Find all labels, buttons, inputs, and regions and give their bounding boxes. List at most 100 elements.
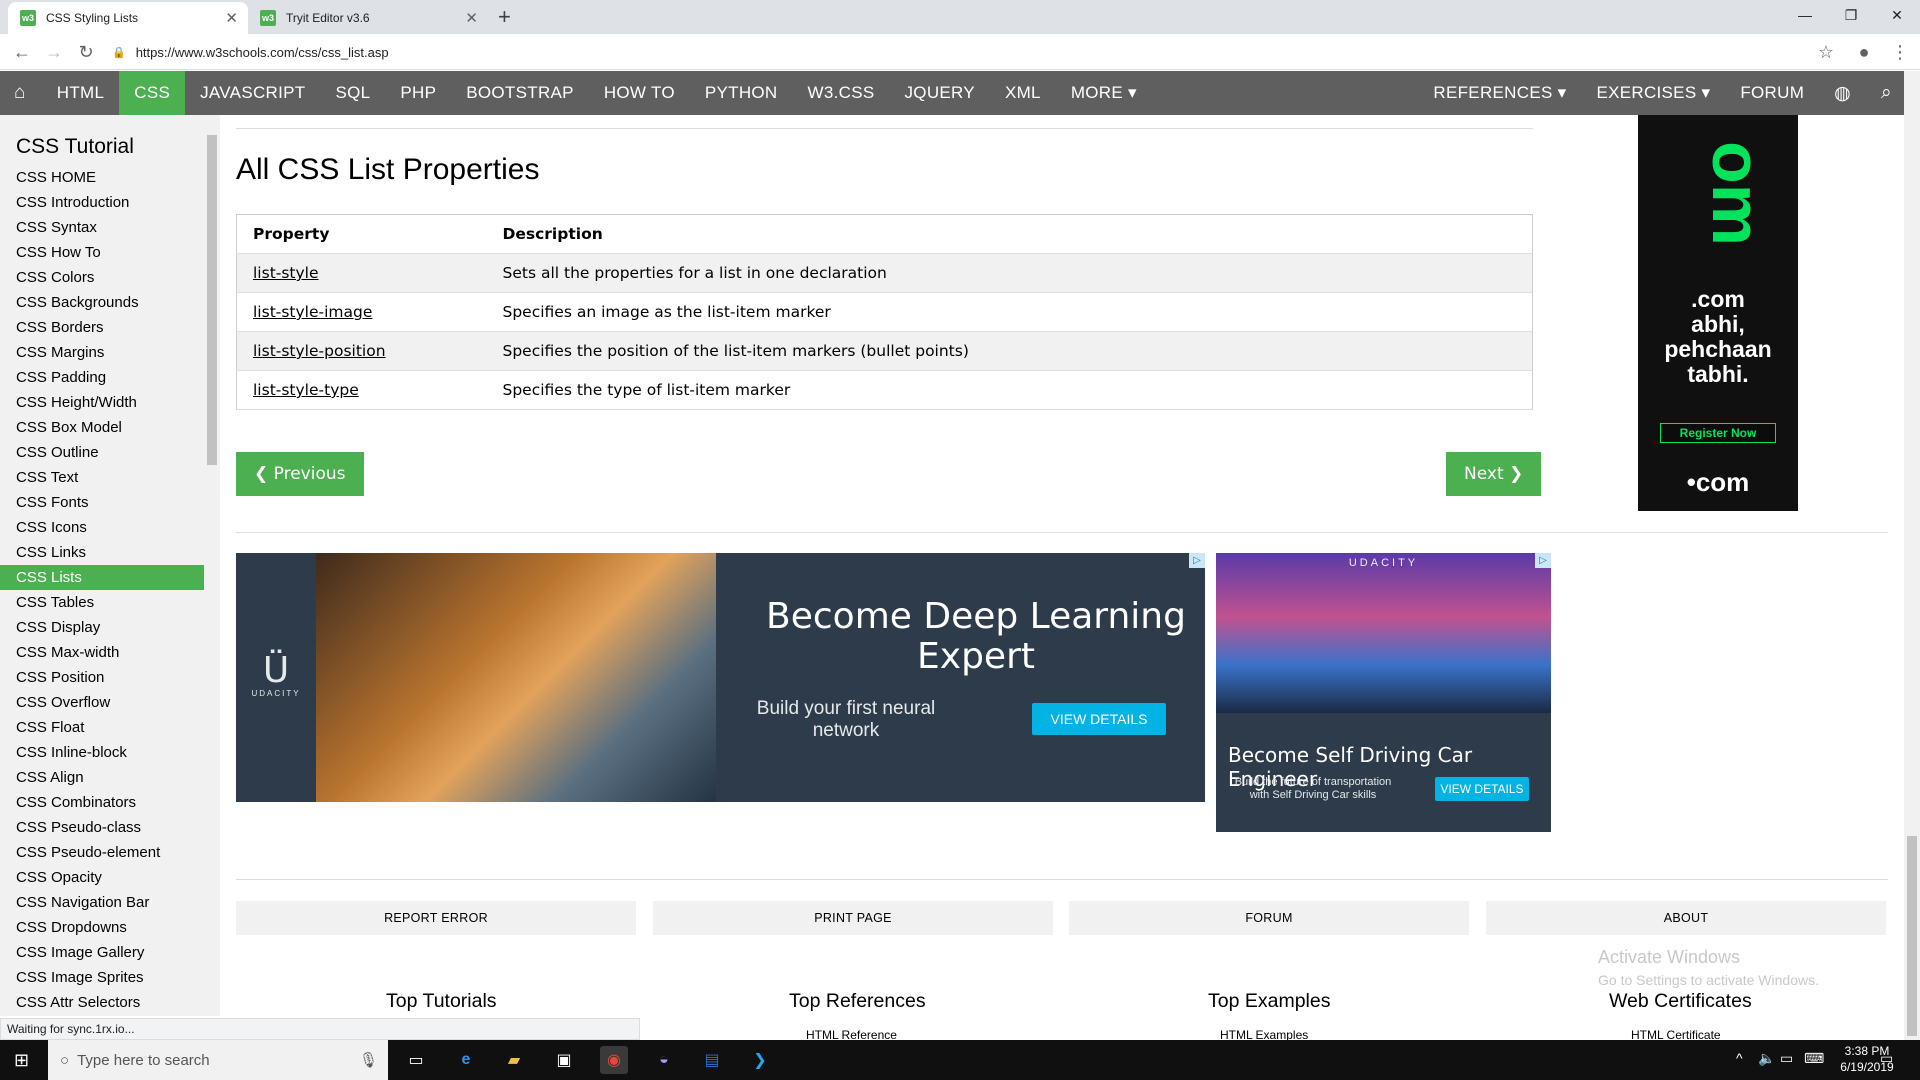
ad-view-details-button[interactable]: VIEW DETAILS (1435, 777, 1529, 801)
network-icon[interactable]: ▭ (1780, 1050, 1793, 1067)
nav-jquery[interactable]: JQUERY (890, 71, 990, 115)
sidebar-item-css-margins[interactable]: CSS Margins (0, 340, 204, 365)
sidebar-item-css-float[interactable]: CSS Float (0, 715, 204, 740)
taskbar-search-box[interactable]: ○ Type here to search 🎙 (48, 1040, 388, 1080)
sidebar-item-css-align[interactable]: CSS Align (0, 765, 204, 790)
property-link-list-style-type[interactable]: list-style-type (253, 381, 359, 399)
nav-sql[interactable]: SQL (320, 71, 385, 115)
profile-avatar-icon[interactable]: ● (1852, 40, 1876, 64)
minimize-window-button[interactable]: — (1782, 0, 1828, 30)
tray-chevron-icon[interactable]: ^ (1736, 1050, 1743, 1066)
nav-more-dropdown[interactable]: MORE ▾ (1056, 71, 1152, 115)
nav-how-to[interactable]: HOW TO (589, 71, 690, 115)
property-link-list-style-position[interactable]: list-style-position (253, 342, 386, 360)
close-tab-icon[interactable]: ✕ (225, 9, 238, 27)
adchoices-icon[interactable]: ▷ (1535, 553, 1551, 568)
store-icon[interactable]: ▣ (550, 1046, 578, 1074)
udacity-self-driving-ad[interactable]: UDACITY Become Self Driving Car Engineer… (1216, 553, 1551, 832)
edge-icon[interactable]: e (452, 1046, 480, 1074)
sidebar-item-css-dropdowns[interactable]: CSS Dropdowns (0, 915, 204, 940)
sidebar-item-css-backgrounds[interactable]: CSS Backgrounds (0, 290, 204, 315)
forward-button[interactable]: → (42, 40, 66, 64)
nav-javascript[interactable]: JAVASCRIPT (185, 71, 320, 115)
browser-menu-icon[interactable]: ⋮ (1888, 40, 1912, 64)
print-page-button[interactable]: PRINT PAGE (653, 901, 1053, 935)
sidebar-item-css-tables[interactable]: CSS Tables (0, 590, 204, 615)
close-window-button[interactable]: ✕ (1874, 0, 1920, 30)
volume-icon[interactable]: 🔈 (1758, 1050, 1775, 1067)
sidebar-item-css-links[interactable]: CSS Links (0, 540, 204, 565)
sidebar-item-css-colors[interactable]: CSS Colors (0, 265, 204, 290)
sidebar-item-css-syntax[interactable]: CSS Syntax (0, 215, 204, 240)
nav-references-dropdown[interactable]: REFERENCES ▾ (1418, 71, 1581, 115)
property-link-list-style[interactable]: list-style (253, 264, 319, 282)
sidebar-item-css-image-sprites[interactable]: CSS Image Sprites (0, 965, 204, 990)
footer-forum-button[interactable]: FORUM (1069, 901, 1469, 935)
task-view-icon[interactable]: ▭ (402, 1046, 430, 1074)
sidebar-item-css-position[interactable]: CSS Position (0, 665, 204, 690)
nav-html[interactable]: HTML (42, 71, 119, 115)
sidebar-item-css-attr-selectors[interactable]: CSS Attr Selectors (0, 990, 204, 1015)
restore-window-button[interactable]: ❐ (1828, 0, 1874, 30)
sidebar-item-css-pseudo-element[interactable]: CSS Pseudo-element (0, 840, 204, 865)
close-tab-icon[interactable]: ✕ (465, 9, 478, 27)
ad-view-details-button[interactable]: VIEW DETAILS (1032, 703, 1166, 735)
sidebar-item-css-overflow[interactable]: CSS Overflow (0, 690, 204, 715)
new-tab-button[interactable]: + (498, 4, 511, 30)
nav-exercises-dropdown[interactable]: EXERCISES ▾ (1581, 71, 1725, 115)
sidebar-scroll-thumb[interactable] (207, 135, 217, 465)
sidebar-item-css-combinators[interactable]: CSS Combinators (0, 790, 204, 815)
sidebar-item-css-outline[interactable]: CSS Outline (0, 440, 204, 465)
back-button[interactable]: ← (10, 40, 34, 64)
nav-php[interactable]: PHP (385, 71, 451, 115)
nav-python[interactable]: PYTHON (690, 71, 793, 115)
sidebar-item-css-box-model[interactable]: CSS Box Model (0, 415, 204, 440)
bookmark-star-icon[interactable]: ☆ (1814, 40, 1838, 64)
windows-start-icon[interactable]: ⊞ (14, 1050, 29, 1071)
file-explorer-icon[interactable]: ▰ (500, 1046, 528, 1074)
udacity-deep-learning-ad[interactable]: Ü UDACITY Become Deep Learning Expert Bu… (236, 553, 1205, 802)
url-field[interactable]: 🔒 https://www.w3schools.com/css/css_list… (112, 39, 1832, 65)
page-scroll-thumb[interactable] (1907, 836, 1917, 1036)
sidebar-item-css-pseudo-class[interactable]: CSS Pseudo-class (0, 815, 204, 840)
sidebar-item-css-max-width[interactable]: CSS Max-width (0, 640, 204, 665)
tab-css-styling-lists[interactable]: w3 CSS Styling Lists ✕ (8, 2, 248, 34)
app-icon[interactable]: ◒ (650, 1046, 678, 1074)
sidebar-item-css-navigation-bar[interactable]: CSS Navigation Bar (0, 890, 204, 915)
sidebar-item-css-padding[interactable]: CSS Padding (0, 365, 204, 390)
sidebar-item-css-text[interactable]: CSS Text (0, 465, 204, 490)
register-now-button[interactable]: Register Now (1660, 423, 1776, 443)
language-icon[interactable]: ⌨ (1804, 1050, 1824, 1067)
home-icon[interactable]: ⌂ (0, 71, 42, 115)
sidebar-item-css-home[interactable]: CSS HOME (0, 165, 204, 190)
sidebar-item-css-how-to[interactable]: CSS How To (0, 240, 204, 265)
notifications-icon[interactable]: ▭ (1880, 1050, 1893, 1067)
sidebar-item-css-opacity[interactable]: CSS Opacity (0, 865, 204, 890)
sidebar-item-css-height-width[interactable]: CSS Height/Width (0, 390, 204, 415)
page-scrollbar[interactable] (1904, 71, 1920, 1040)
reload-button[interactable]: ↻ (74, 40, 98, 64)
adchoices-icon[interactable]: ▷ (1189, 553, 1205, 568)
tab-tryit-editor[interactable]: w3 Tryit Editor v3.6 ✕ (248, 2, 488, 34)
next-button[interactable]: Next ❯ (1446, 452, 1542, 496)
nav-w3css[interactable]: W3.CSS (793, 71, 890, 115)
about-button[interactable]: ABOUT (1486, 901, 1886, 935)
sidebar-item-css-display[interactable]: CSS Display (0, 615, 204, 640)
sidebar-item-css-fonts[interactable]: CSS Fonts (0, 490, 204, 515)
search-icon[interactable]: ⌕ (1866, 71, 1904, 115)
report-error-button[interactable]: REPORT ERROR (236, 901, 636, 935)
sidebar-item-css-image-gallery[interactable]: CSS Image Gallery (0, 940, 204, 965)
nav-forum[interactable]: FORUM (1725, 71, 1819, 115)
sidebar-item-css-introduction[interactable]: CSS Introduction (0, 190, 204, 215)
sidebar-item-css-borders[interactable]: CSS Borders (0, 315, 204, 340)
chrome-icon[interactable]: ◉ (600, 1046, 628, 1074)
sidebar-item-css-lists[interactable]: CSS Lists (0, 565, 204, 590)
microphone-icon[interactable]: 🎙 (359, 1051, 378, 1069)
dotcom-vertical-ad[interactable]: om .com abhi, pehchaan tabhi. Register N… (1638, 115, 1798, 511)
property-link-list-style-image[interactable]: list-style-image (253, 303, 372, 321)
nav-css[interactable]: CSS (119, 71, 186, 115)
globe-icon[interactable]: ◍ (1819, 71, 1866, 115)
sidebar-item-css-icons[interactable]: CSS Icons (0, 515, 204, 540)
nav-bootstrap[interactable]: BOOTSTRAP (451, 71, 589, 115)
vscode-icon[interactable]: ❯ (746, 1046, 774, 1074)
